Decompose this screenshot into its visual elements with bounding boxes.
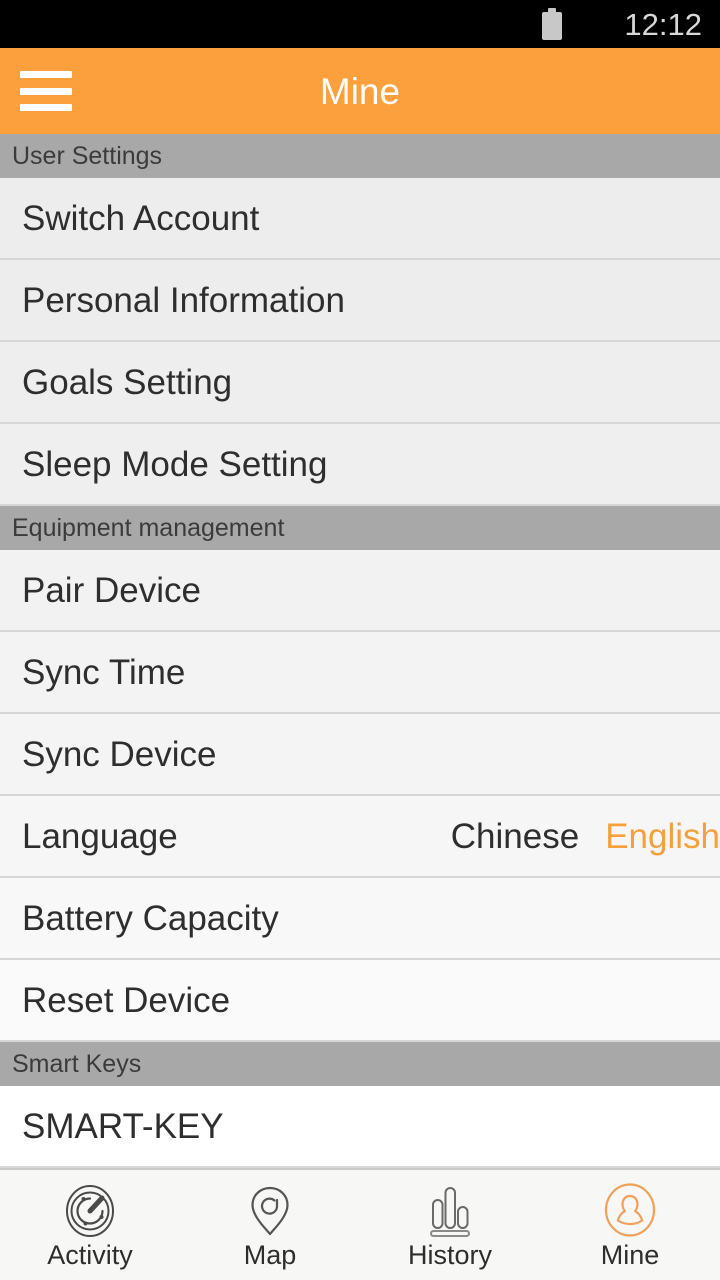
app-bar: Mine [0,48,720,134]
list-item-sync-time[interactable]: Sync Time [0,632,720,714]
tab-history[interactable]: History [360,1170,540,1280]
status-bar-clock: 12:12 [624,6,702,42]
radar-target-icon [62,1182,118,1240]
bottom-navigation-bar: Activity Map History Mine [0,1168,720,1280]
list-item-smart-key[interactable]: SMART-KEY [0,1086,720,1168]
tab-activity[interactable]: Activity [0,1170,180,1280]
tab-label: Mine [600,1239,660,1270]
list-item-battery-capacity[interactable]: Battery Capacity [0,878,720,960]
list-item-label: Language [22,816,178,856]
status-bar: 12:12 [0,0,720,48]
user-circle-icon [602,1182,658,1240]
language-option-chinese[interactable]: Chinese [451,819,579,854]
list-item-sync-device[interactable]: Sync Device [0,714,720,796]
list-item-label: SMART-KEY [22,1106,224,1146]
list-item-label: Pair Device [22,570,201,610]
section-header-equipment-management: Equipment management [0,506,720,550]
tab-mine[interactable]: Mine [540,1170,720,1280]
bar-chart-icon [422,1182,478,1240]
section-header-user-settings: User Settings [0,134,720,178]
tab-label: Map [243,1239,297,1270]
list-item-reset-device[interactable]: Reset Device [0,960,720,1042]
list-item-label: Reset Device [22,980,231,1020]
list-item-label: Sync Device [22,734,217,774]
language-options: Chinese English [451,819,720,854]
hamburger-menu-icon[interactable] [20,71,72,111]
list-item-switch-account[interactable]: Switch Account [0,178,720,260]
language-option-english[interactable]: English [605,819,720,854]
page-title: Mine [319,70,401,112]
list-item-label: Personal Information [22,280,345,320]
tab-label: Activity [47,1239,133,1270]
list-item-label: Sleep Mode Setting [22,444,328,484]
list-item-language[interactable]: Language Chinese English [0,796,720,878]
list-item-pair-device[interactable]: Pair Device [0,550,720,632]
list-item-label: Switch Account [22,198,260,238]
tab-label: History [407,1239,492,1270]
list-item-goals-setting[interactable]: Goals Setting [0,342,720,424]
battery-icon [542,8,563,40]
list-item-label: Goals Setting [22,362,233,402]
list-item-label: Battery Capacity [22,898,279,938]
list-item-personal-information[interactable]: Personal Information [0,260,720,342]
section-header-smart-keys: Smart Keys [0,1042,720,1086]
list-item-label: Sync Time [22,652,186,692]
tab-map[interactable]: Map [180,1170,360,1280]
phone-screen: 12:12 Mine User Settings Switch Account … [0,0,720,1280]
list-item-sleep-mode-setting[interactable]: Sleep Mode Setting [0,424,720,506]
location-pin-icon [242,1182,298,1240]
settings-list[interactable]: User Settings Switch Account Personal In… [0,134,720,1168]
